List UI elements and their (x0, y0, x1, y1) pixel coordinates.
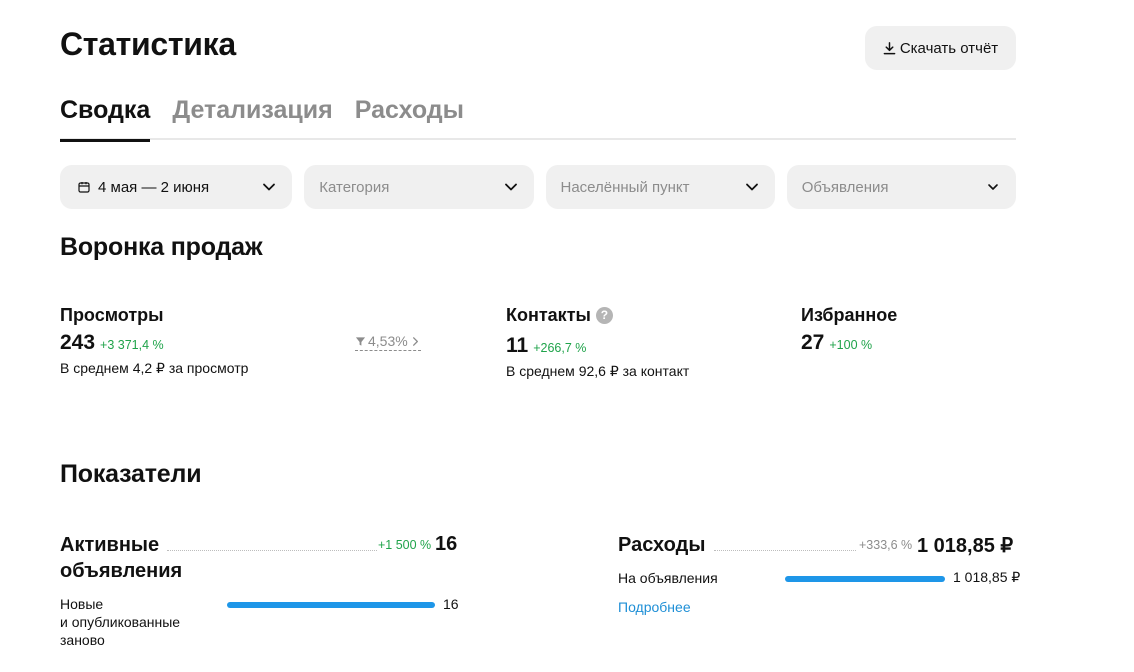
download-icon (883, 41, 896, 54)
ads-select[interactable]: Объявления (786, 165, 1016, 209)
contacts-average: В среднем 92,6 ₽ за контакт (506, 363, 690, 379)
more-details-link[interactable]: Подробнее (618, 599, 691, 615)
chevron-down-icon (745, 183, 758, 191)
favorites-metric: Избранное 27 +100 % (801, 305, 897, 355)
help-icon[interactable]: ? (595, 306, 613, 324)
tab-summary[interactable]: Сводка (60, 92, 151, 142)
active-ads-indicator: Активные объявления +1 500 % 16 Новые и … (60, 532, 460, 652)
leader-dots (167, 550, 377, 551)
ads-expense-label: На объявления (618, 570, 718, 586)
leader-dots (714, 550, 856, 551)
views-label: Просмотры (60, 304, 164, 325)
city-placeholder: Населённый пункт (560, 178, 690, 196)
filter-bar: 4 мая — 2 июня Категория Населённый пунк… (60, 165, 1016, 209)
download-report-button[interactable]: Скачать отчёт (865, 26, 1016, 70)
ads-expense-bar (785, 576, 945, 582)
new-ads-value: 16 (443, 596, 459, 612)
chevron-down-icon (263, 183, 276, 191)
views-conversion-value: 4,53% (368, 333, 408, 349)
favorites-value: 27 (801, 331, 825, 354)
expenses-label: Расходы (618, 534, 706, 556)
views-metric: Просмотры 243 +3 371,4 % В среднем 4,2 ₽… (60, 305, 248, 377)
ads-placeholder: Объявления (801, 178, 889, 196)
calendar-icon (78, 182, 90, 193)
category-placeholder: Категория (319, 178, 390, 196)
expenses-delta: +333,6 % (859, 538, 913, 552)
views-average: В среднем 4,2 ₽ за просмотр (60, 360, 249, 376)
contacts-label: Контакты (506, 304, 591, 325)
period-value: 4 мая — 2 июня (98, 178, 210, 196)
category-select[interactable]: Категория (304, 165, 534, 209)
new-ads-label: Новые и опубликованные заново (60, 596, 181, 648)
contacts-delta: +266,7 % (533, 341, 587, 355)
favorites-label: Избранное (801, 304, 898, 325)
funnel-icon (355, 336, 366, 346)
tab-details[interactable]: Детализация (172, 92, 332, 140)
period-select[interactable]: 4 мая — 2 июня (60, 165, 293, 209)
views-value: 243 (60, 331, 96, 354)
views-conversion-link[interactable]: 4,53% (355, 333, 421, 351)
ads-expense-value: 1 018,85 ₽ (953, 569, 1021, 585)
funnel-title: Воронка продаж (60, 233, 263, 261)
chevron-right-icon (412, 336, 418, 346)
active-ads-value: 16 (435, 533, 458, 555)
expenses-value: 1 018,85 ₽ (917, 535, 1014, 557)
contacts-value: 11 (506, 334, 529, 357)
tab-bar: Сводка Детализация Расходы (60, 92, 1016, 142)
download-report-label: Скачать отчёт (899, 39, 999, 57)
statistics-page: Статистика Скачать отчёт Сводка Детализа… (60, 0, 1020, 672)
views-delta: +3 371,4 % (100, 338, 164, 352)
indicators-title: Показатели (60, 460, 202, 488)
city-select[interactable]: Населённый пункт (545, 165, 775, 209)
active-ads-delta: +1 500 % (378, 538, 432, 552)
new-ads-bar (227, 602, 435, 608)
page-title: Статистика (60, 26, 236, 62)
expenses-indicator: Расходы +333,6 % 1 018,85 ₽ На объявлени… (618, 532, 1020, 652)
active-ads-label: Активные объявления (60, 534, 183, 582)
chevron-down-icon (988, 184, 998, 190)
contacts-metric: Контакты ? 11 +266,7 % В среднем 92,6 ₽ … (506, 305, 689, 380)
favorites-delta: +100 % (829, 338, 873, 352)
tab-expenses[interactable]: Расходы (355, 92, 464, 140)
chevron-down-icon (504, 183, 517, 191)
